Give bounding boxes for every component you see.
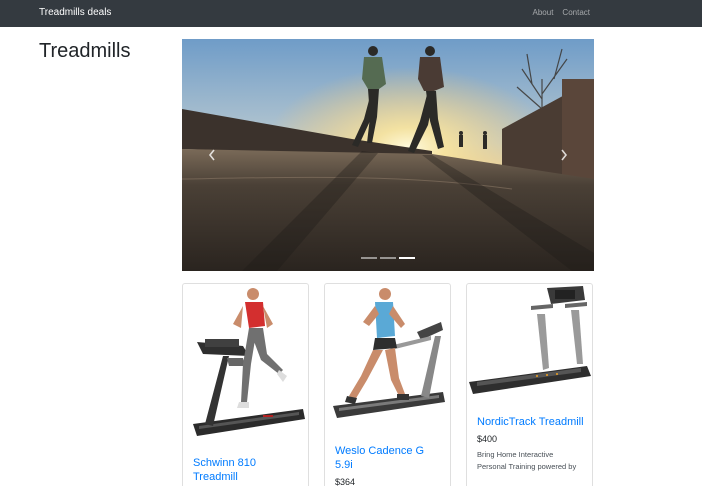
product-card: Weslo Cadence G 5.9i $364 (324, 283, 451, 486)
product-price: $400 (477, 434, 498, 444)
product-description: Bring Home Interactive Personal Training… (477, 450, 577, 471)
carousel-indicator-active[interactable] (399, 257, 415, 259)
product-title-link[interactable]: Weslo Cadence G 5.9i (335, 444, 442, 472)
card-body: NordicTrack Treadmill $400 Bring Home In… (477, 415, 584, 473)
carousel-prev-button[interactable] (197, 139, 227, 171)
card-body: Schwinn 810 Treadmill (193, 456, 300, 484)
chevron-right-icon (561, 149, 568, 161)
hero-carousel (182, 39, 594, 271)
product-card: Schwinn 810 Treadmill (182, 283, 309, 486)
nav-link-about[interactable]: About (533, 8, 554, 17)
product-price: $364 (335, 477, 356, 486)
carousel-next-button[interactable] (549, 139, 579, 171)
product-image-weslo (333, 288, 445, 418)
carousel-slide-image (182, 39, 594, 271)
brand-link[interactable]: Treadmills deals (39, 7, 111, 18)
nav-links: About Contact (533, 8, 590, 17)
carousel-indicator[interactable] (380, 257, 396, 259)
card-body: Weslo Cadence G 5.9i $364 (335, 444, 442, 486)
nav-link-contact[interactable]: Contact (562, 8, 590, 17)
top-navbar: Treadmills deals About Contact (0, 0, 702, 27)
chevron-left-icon (208, 149, 215, 161)
product-image-schwinn (193, 288, 305, 436)
product-title-link[interactable]: Schwinn 810 Treadmill (193, 456, 300, 484)
carousel-indicators (182, 257, 594, 259)
carousel-indicator[interactable] (361, 257, 377, 259)
page-title: Treadmills (39, 40, 131, 62)
product-card: NordicTrack Treadmill $400 Bring Home In… (466, 283, 593, 486)
product-title-link[interactable]: NordicTrack Treadmill (477, 415, 584, 429)
